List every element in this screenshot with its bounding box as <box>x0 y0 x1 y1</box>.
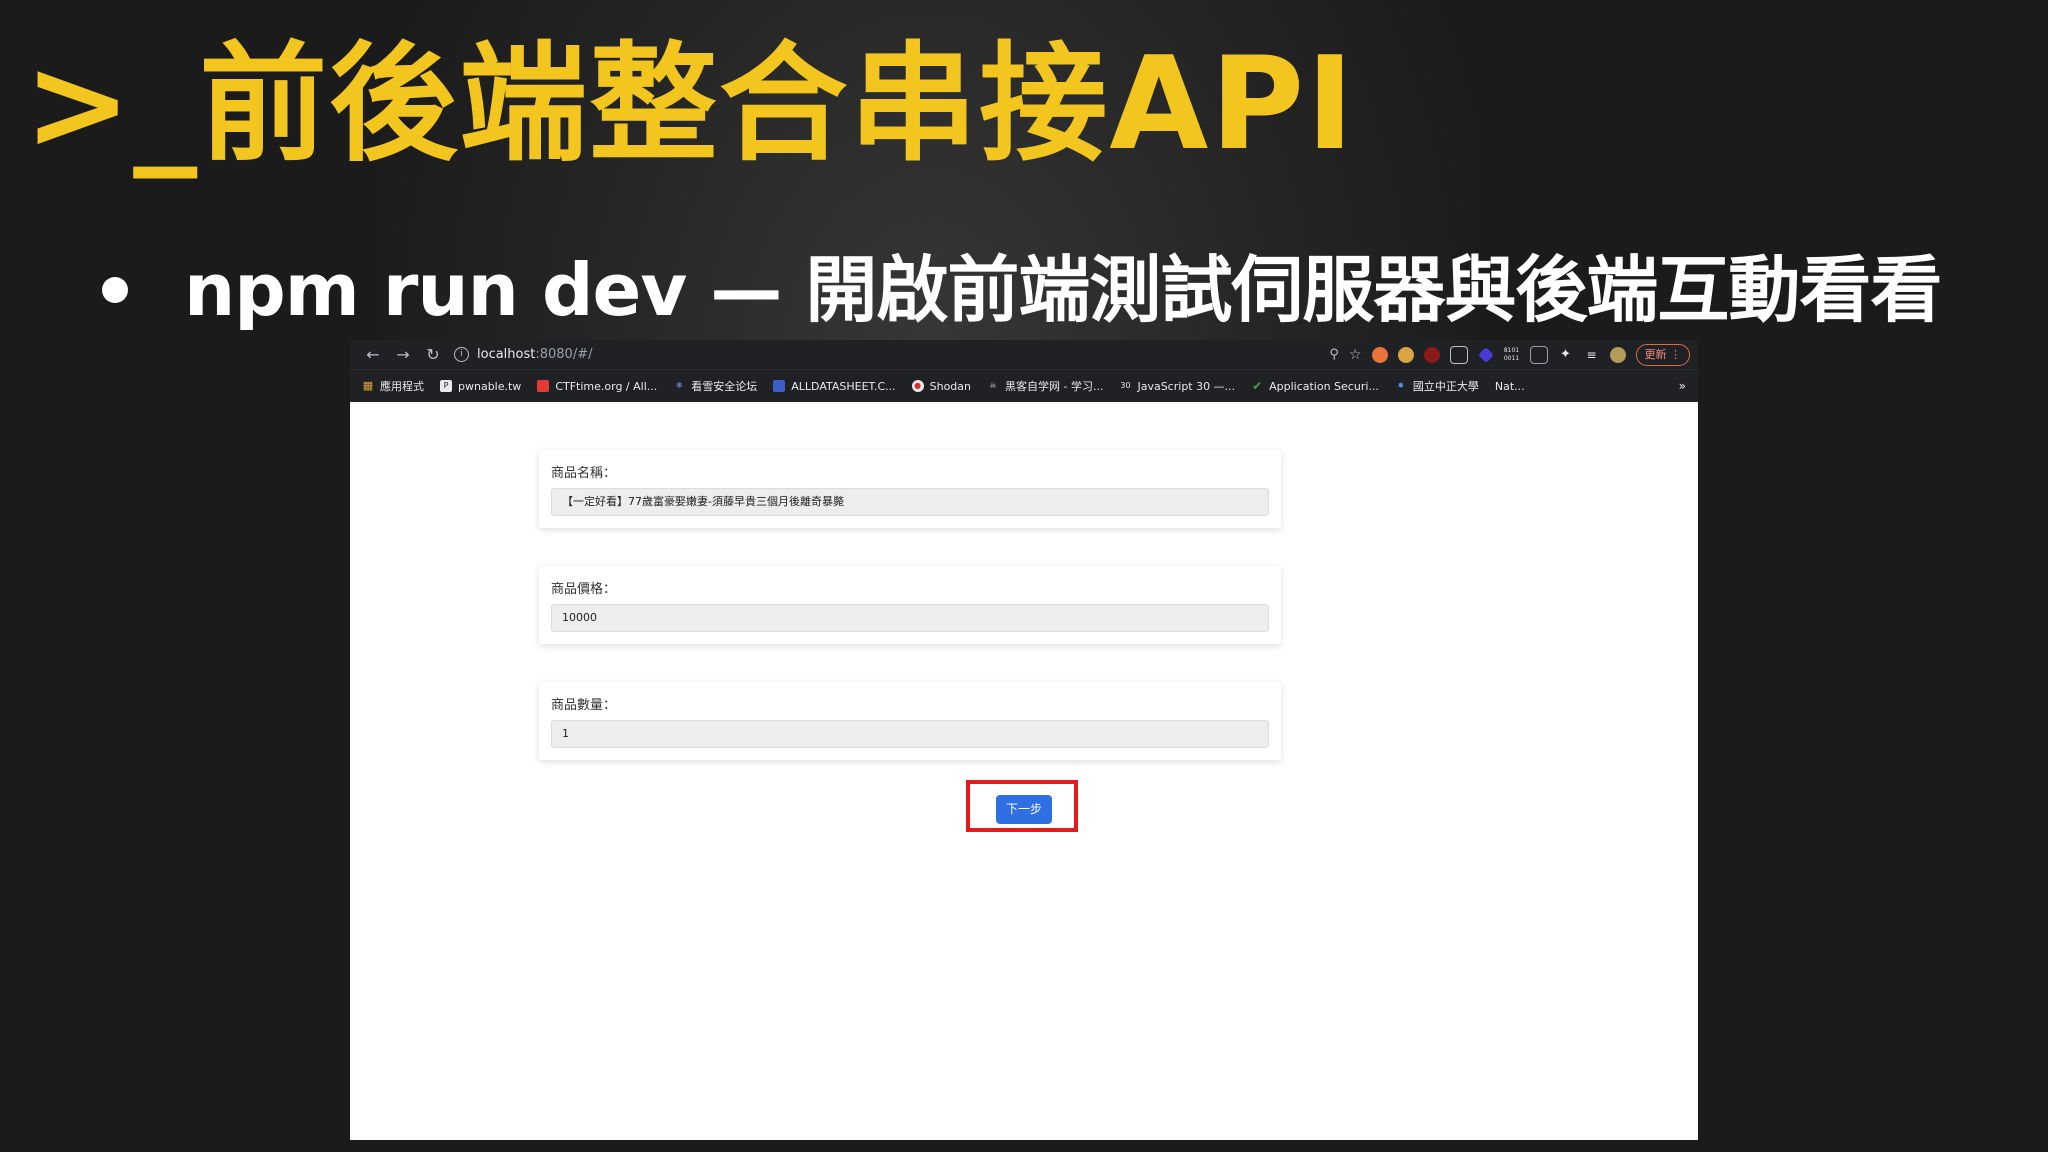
bookmark-label: CTFtime.org / All... <box>555 379 658 393</box>
product-name-card: 商品名稱： 【一定好看】77歲富豪娶嫩妻-須藤早貴三個月後離奇暴斃 <box>539 450 1281 528</box>
bookmark-nat[interactable]: Nat... <box>1495 380 1525 393</box>
bullet-point: npm run dev — 開啟前端測試伺服器與後端互動看看 <box>102 245 1942 335</box>
extension-cookie-icon[interactable] <box>1371 346 1388 363</box>
bookmark-label: pwnable.tw <box>458 379 522 393</box>
bookmark-apps[interactable]: ▦ 應用程式 <box>362 378 424 394</box>
product-price-input[interactable]: 10000 <box>551 604 1269 632</box>
apps-grid-icon: ▦ <box>362 379 374 392</box>
kanxue-icon: ❋ <box>675 381 683 390</box>
ctftime-flag-icon <box>537 380 550 392</box>
bookmark-kanxue[interactable]: ❋ 看雪安全论坛 <box>673 378 757 394</box>
update-label: 更新 <box>1644 347 1667 361</box>
js30-icon: 30 <box>1120 381 1131 390</box>
extension-binary-icon[interactable]: 8101 0011 <box>1504 347 1520 363</box>
extension-glasses-icon[interactable] <box>1449 345 1468 364</box>
bookmarks-more-icon[interactable]: » <box>1679 379 1686 393</box>
bookmark-alldatasheet[interactable]: ALLDATASHEET.C... <box>773 379 896 393</box>
extensions-puzzle-icon[interactable]: ✦ <box>1558 347 1574 363</box>
bookmark-label: 看雪安全论坛 <box>691 380 758 393</box>
info-icon[interactable]: i <box>454 347 469 362</box>
product-price-label: 商品價格： <box>551 582 617 597</box>
bookmarks-bar: ▦ 應用程式 Ppwnable.tw CTFtime.org / All... ❋… <box>350 369 1698 402</box>
update-button[interactable]: 更新 ⋮ <box>1635 343 1690 366</box>
bookmark-js30[interactable]: 30 JavaScript 30 —... <box>1119 380 1235 393</box>
pwnable-icon: P <box>440 380 452 392</box>
bookmark-label: 國立中正大學 <box>1412 380 1479 393</box>
toolbar-actions: ⚲ ☆ 8101 0011 ✦ ≡ 更新 ⋮ <box>1329 343 1690 366</box>
appsec-check-icon: ✔ <box>1252 379 1263 393</box>
bullet-dot-icon <box>102 277 128 303</box>
profile-avatar[interactable] <box>1609 346 1626 363</box>
address-bar[interactable]: i localhost:8080/#/ <box>454 344 1314 366</box>
product-quantity-label: 商品數量： <box>551 698 617 713</box>
product-name-input[interactable]: 【一定好看】77歲富豪娶嫩妻-須藤早貴三個月後離奇暴斃 <box>551 488 1269 516</box>
bullet-text: npm run dev — 開啟前端測試伺服器與後端互動看看 <box>184 248 1942 332</box>
extension-ublock-icon[interactable] <box>1423 346 1440 363</box>
extension-gem-icon[interactable] <box>1477 346 1494 363</box>
bookmark-ccu[interactable]: ✸ 國立中正大學 <box>1395 378 1479 394</box>
slide-title: >_前後端整合串接API <box>24 30 1356 179</box>
next-step-button[interactable]: 下一步 <box>996 795 1052 824</box>
bookmark-pwnable[interactable]: Ppwnable.tw <box>440 380 521 393</box>
web-page: 商品名稱： 【一定好看】77歲富豪娶嫩妻-須藤早貴三個月後離奇暴斃 商品價格： … <box>350 402 1698 1140</box>
product-quantity-input[interactable]: 1 <box>551 720 1269 748</box>
bookmark-label: JavaScript 30 —... <box>1137 379 1236 393</box>
bookmark-label: Application Securi... <box>1269 379 1379 393</box>
zoom-icon[interactable]: ⚲ <box>1329 347 1339 362</box>
bookmark-label: Shodan <box>929 379 972 393</box>
bookmark-star-icon[interactable]: ☆ <box>1349 347 1362 363</box>
reload-icon[interactable]: ↻ <box>418 345 448 364</box>
product-price-card: 商品價格： 10000 <box>539 566 1281 644</box>
product-name-label: 商品名稱： <box>551 466 617 481</box>
hacker-icon: ☠ <box>989 381 997 390</box>
bookmark-ctftime[interactable]: CTFtime.org / All... <box>537 380 657 393</box>
back-arrow-icon[interactable]: ← <box>358 345 388 364</box>
shodan-icon: ● <box>911 380 924 392</box>
browser-toolbar: ← → ↻ i localhost:8080/#/ ⚲ ☆ 8101 0011 … <box>350 340 1698 369</box>
bookmark-hacker[interactable]: ☠ 黑客自学网 - 学习... <box>987 378 1103 394</box>
bookmark-label: ALLDATASHEET.C... <box>791 379 896 393</box>
bookmark-label: 黑客自学网 - 学习... <box>1005 380 1104 393</box>
bookmark-shodan[interactable]: ● Shodan <box>911 379 972 393</box>
product-quantity-card: 商品數量： 1 <box>539 682 1281 760</box>
url-path: :8080/#/ <box>535 347 593 362</box>
alldatasheet-icon <box>773 380 786 392</box>
bookmark-label: Nat... <box>1494 379 1525 393</box>
browser-window: ← → ↻ i localhost:8080/#/ ⚲ ☆ 8101 0011 … <box>350 340 1698 1140</box>
bookmark-appsec[interactable]: ✔ Application Securi... <box>1251 380 1379 393</box>
url-host: localhost <box>477 347 536 362</box>
extension-cookie2-icon[interactable] <box>1397 346 1414 363</box>
extension-box-icon[interactable] <box>1529 345 1548 364</box>
forward-arrow-icon[interactable]: → <box>388 345 418 364</box>
bookmark-label: 應用程式 <box>380 380 424 393</box>
ccu-icon: ✸ <box>1397 381 1405 390</box>
reading-list-icon[interactable]: ≡ <box>1584 347 1600 363</box>
